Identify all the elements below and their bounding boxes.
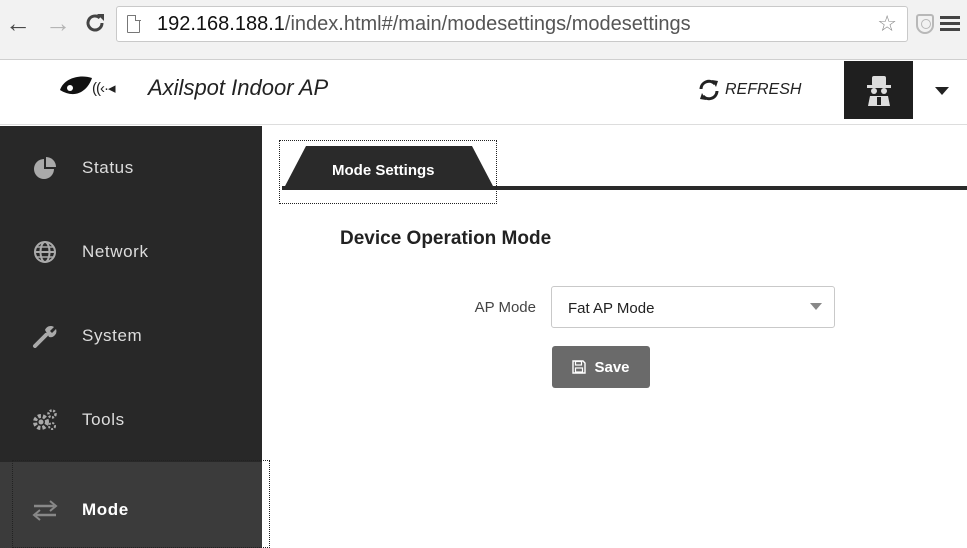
section-title: Device Operation Mode [340, 228, 552, 249]
exchange-arrows-icon [32, 500, 58, 521]
tab-mode-settings[interactable]: Mode Settings [284, 146, 494, 188]
sidebar-item-label: Mode [82, 500, 129, 519]
save-button[interactable]: Save [552, 346, 650, 388]
page-icon [127, 14, 141, 33]
ap-mode-value: Fat AP Mode [568, 300, 655, 317]
user-dropdown-caret-icon[interactable] [930, 81, 954, 101]
sidebar-item-label: Tools [82, 410, 125, 429]
sidebar-item-label: System [82, 326, 143, 345]
sidebar: Status Network System Tools Mode [0, 126, 262, 548]
browser-toolbar: ← → 192.168.188.1/index.html#/main/modes… [0, 0, 967, 60]
ap-mode-label: AP Mode [474, 299, 536, 316]
sidebar-item-mode[interactable]: Mode [0, 462, 262, 548]
app-header: ((‹·◂ Axilspot Indoor AP REFRESH [0, 61, 967, 125]
url-host: 192.168.188.1 [157, 13, 285, 35]
pie-chart-icon [34, 157, 56, 179]
wrench-icon [33, 325, 57, 348]
ap-mode-select[interactable]: Fat AP Mode [551, 286, 835, 328]
sidebar-item-network[interactable]: Network [0, 210, 262, 294]
sidebar-item-label: Status [82, 158, 134, 177]
save-label: Save [594, 358, 630, 376]
address-bar[interactable]: 192.168.188.1/index.html#/main/modesetti… [116, 6, 908, 42]
back-arrow-icon[interactable]: ← [4, 10, 32, 36]
floppy-disk-icon [572, 360, 587, 374]
refresh-icon [699, 79, 719, 101]
globe-icon [34, 241, 56, 263]
sidebar-item-system[interactable]: System [0, 294, 262, 378]
tab-label: Mode Settings [332, 162, 435, 179]
incognito-user-icon [866, 76, 891, 106]
signal-waves-icon: ((‹·◂ [92, 80, 115, 97]
sidebar-item-tools[interactable]: Tools [0, 378, 262, 462]
sidebar-item-label: Network [82, 242, 149, 261]
url-path: /index.html#/main/modesettings/modesetti… [284, 13, 691, 35]
bookmark-star-icon[interactable]: ☆ [877, 11, 897, 37]
gears-icon [33, 409, 57, 430]
user-menu-button[interactable] [844, 61, 913, 119]
refresh-button[interactable]: REFRESH [697, 77, 801, 103]
app-title: Axilspot Indoor AP [148, 75, 329, 100]
forward-arrow-icon[interactable]: → [44, 10, 72, 36]
reload-icon[interactable] [80, 10, 110, 36]
browser-menu-icon[interactable] [940, 16, 960, 32]
refresh-label: REFRESH [725, 81, 802, 98]
logo-icon [60, 76, 92, 95]
sidebar-item-status[interactable]: Status [0, 126, 262, 210]
extension-shield-icon[interactable] [916, 14, 934, 34]
chevron-down-icon [810, 303, 822, 310]
